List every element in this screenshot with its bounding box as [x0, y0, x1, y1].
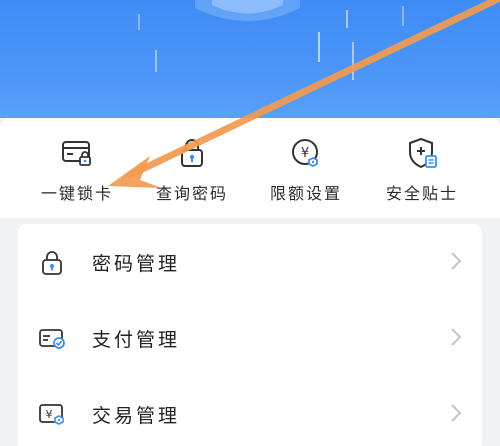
quick-action-label: 安全贴士 [385, 184, 458, 203]
quick-action-label: 一键锁卡 [40, 184, 113, 203]
menu-item-label: 密码管理 [92, 252, 181, 275]
chevron-right-icon [451, 404, 462, 422]
lock-icon [42, 251, 62, 275]
quick-action-limit-settings[interactable]: ¥ 限额设置 [256, 136, 356, 204]
quick-action-query-password[interactable]: 查询密码 [142, 136, 242, 204]
card-pay-icon [39, 329, 65, 349]
menu-item-transaction-management[interactable]: ¥ 交易管理 [18, 376, 482, 446]
svg-text:¥: ¥ [46, 408, 53, 421]
security-menu-list: 密码管理 支付管理 ¥ 交易管理 [18, 224, 482, 446]
security-banner [0, 0, 500, 118]
menu-item-label: 支付管理 [92, 328, 181, 351]
shield-tips-icon [409, 137, 437, 169]
menu-item-password-management[interactable]: 密码管理 [18, 224, 482, 300]
quick-action-label: 限额设置 [269, 184, 342, 203]
quick-action-safety-tips[interactable]: 安全贴士 [372, 136, 472, 204]
svg-text:¥: ¥ [301, 146, 309, 161]
card-lock-icon [62, 141, 91, 166]
padlock-icon [181, 139, 203, 167]
yuan-card-icon: ¥ [39, 404, 64, 425]
yuan-limit-icon: ¥ [292, 139, 318, 168]
quick-action-label: 查询密码 [155, 184, 228, 203]
quick-action-lock-card[interactable]: 一键锁卡 [27, 136, 127, 204]
quick-actions: 一键锁卡 查询密码 ¥ 限额设置 安全贴士 [0, 118, 500, 218]
chevron-right-icon [451, 252, 462, 270]
banner-illustration [138, 0, 404, 80]
menu-item-label: 交易管理 [92, 404, 181, 427]
chevron-right-icon [451, 328, 462, 346]
menu-item-payment-management[interactable]: 支付管理 [18, 300, 482, 376]
